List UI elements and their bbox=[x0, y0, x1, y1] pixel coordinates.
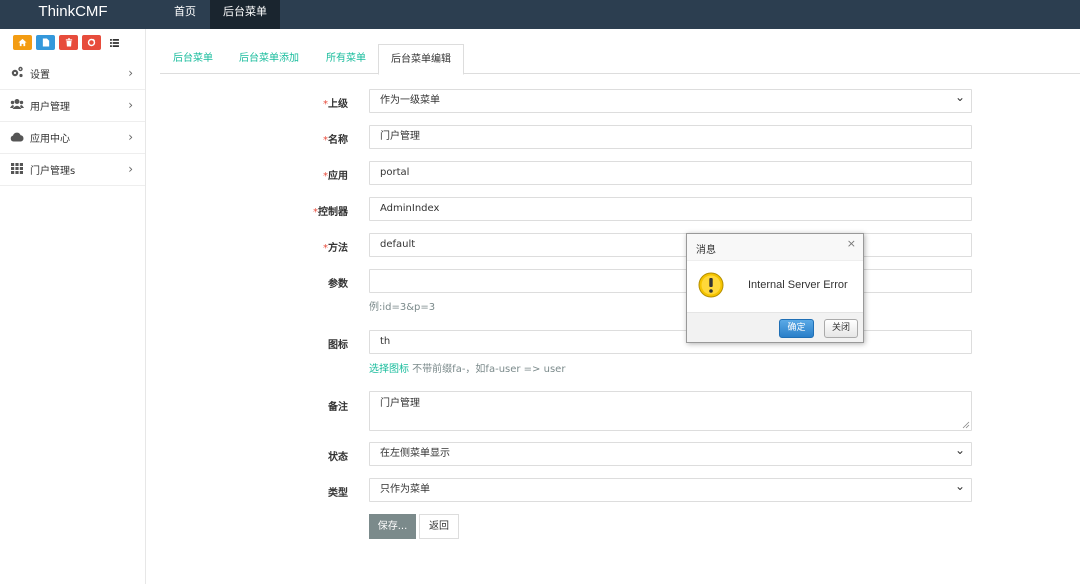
chevron-right-icon: › bbox=[128, 130, 133, 144]
file-icon[interactable] bbox=[36, 35, 55, 50]
icon-help: 选择图标 不带前缀fa-，如fa-user => user bbox=[369, 364, 566, 375]
grid-icon bbox=[9, 162, 24, 177]
tab-all-menus[interactable]: 所有菜单 bbox=[314, 44, 378, 74]
dialog-header: 消息 × bbox=[687, 234, 863, 261]
message-dialog: 消息 × Internal Server Error 确定 关闭 bbox=[686, 233, 864, 343]
status-select[interactable]: 在左侧菜单显示 bbox=[369, 439, 972, 466]
close-button[interactable]: 关闭 bbox=[824, 319, 858, 338]
chevron-right-icon: › bbox=[128, 98, 133, 112]
cogs-icon bbox=[9, 66, 24, 81]
close-icon[interactable]: × bbox=[847, 237, 856, 250]
back-button[interactable]: 返回 bbox=[419, 514, 459, 539]
parent-select[interactable]: 作为一级菜单 bbox=[369, 86, 972, 113]
action-label: *方法 bbox=[323, 243, 348, 254]
sidebar-item-label: 门户管理s bbox=[30, 166, 76, 177]
controller-input[interactable]: AdminIndex bbox=[369, 197, 972, 221]
sidebar-item-label: 应用中心 bbox=[30, 134, 70, 145]
parent-label: *上级 bbox=[323, 99, 348, 110]
tab-admin-menu[interactable]: 后台菜单 bbox=[160, 44, 226, 74]
name-label: *名称 bbox=[323, 135, 348, 146]
top-nav-admin-menu[interactable]: 后台菜单 bbox=[210, 0, 280, 29]
chevron-right-icon: › bbox=[128, 162, 133, 176]
app-input[interactable]: portal bbox=[369, 161, 972, 185]
sidebar-item-app-center[interactable]: 应用中心 › bbox=[0, 122, 145, 154]
sidebar-menu: 设置 › 用户管理 › 应用中心 › 门户管理s › bbox=[0, 58, 145, 186]
cloud-icon bbox=[9, 131, 24, 145]
chevron-right-icon: › bbox=[128, 66, 133, 80]
list-icon[interactable] bbox=[105, 35, 124, 50]
action-input[interactable]: default bbox=[369, 233, 972, 257]
sidebar-item-users[interactable]: 用户管理 › bbox=[0, 90, 145, 122]
icon-label: 图标 bbox=[328, 340, 348, 351]
params-input[interactable] bbox=[369, 269, 972, 293]
tab-add-menu[interactable]: 后台菜单添加 bbox=[228, 44, 310, 74]
recycle-icon[interactable] bbox=[82, 35, 101, 50]
shortcut-bar bbox=[13, 35, 124, 50]
ok-button[interactable]: 确定 bbox=[779, 319, 814, 338]
sidebar-item-portal[interactable]: 门户管理s › bbox=[0, 154, 145, 186]
controller-label: *控制器 bbox=[313, 207, 348, 218]
sidebar-item-settings[interactable]: 设置 › bbox=[0, 58, 145, 90]
params-help: 例:id=3&p=3 bbox=[369, 302, 436, 313]
dialog-footer: 确定 关闭 bbox=[687, 312, 863, 342]
dialog-message: Internal Server Error bbox=[748, 279, 848, 291]
icon-input[interactable]: th bbox=[369, 330, 972, 354]
save-button[interactable]: 保存... bbox=[369, 514, 416, 539]
app-label: *应用 bbox=[323, 171, 348, 182]
users-icon bbox=[9, 98, 24, 113]
remark-label: 备注 bbox=[328, 402, 348, 413]
trash-icon[interactable] bbox=[59, 35, 78, 50]
tab-edit-menu[interactable]: 后台菜单编辑 bbox=[378, 44, 464, 75]
top-nav-home[interactable]: 首页 bbox=[160, 0, 210, 29]
choose-icon-link[interactable]: 选择图标 bbox=[369, 364, 409, 375]
home-icon[interactable] bbox=[13, 35, 32, 50]
params-label: 参数 bbox=[328, 279, 348, 290]
warning-icon bbox=[698, 272, 724, 298]
dialog-body: Internal Server Error bbox=[687, 261, 863, 312]
brand-logo[interactable]: ThinkCMF bbox=[0, 0, 146, 29]
type-select[interactable]: 只作为菜单 bbox=[369, 475, 972, 502]
remark-textarea[interactable]: 门户管理 bbox=[369, 391, 972, 431]
dialog-title: 消息 bbox=[696, 245, 716, 256]
resize-grip-icon[interactable] bbox=[962, 421, 970, 429]
top-nav: 首页 后台菜单 bbox=[160, 0, 280, 29]
status-label: 状态 bbox=[328, 452, 348, 463]
sidebar-item-label: 用户管理 bbox=[30, 102, 70, 113]
name-input[interactable]: 门户管理 bbox=[369, 125, 972, 149]
type-label: 类型 bbox=[328, 488, 348, 499]
top-navbar: ThinkCMF 首页 后台菜单 bbox=[0, 0, 1080, 29]
sidebar: 设置 › 用户管理 › 应用中心 › 门户管理s › bbox=[0, 29, 146, 584]
sidebar-item-label: 设置 bbox=[30, 70, 50, 81]
tab-bar: 后台菜单 后台菜单添加 所有菜单 后台菜单编辑 bbox=[160, 44, 1080, 75]
